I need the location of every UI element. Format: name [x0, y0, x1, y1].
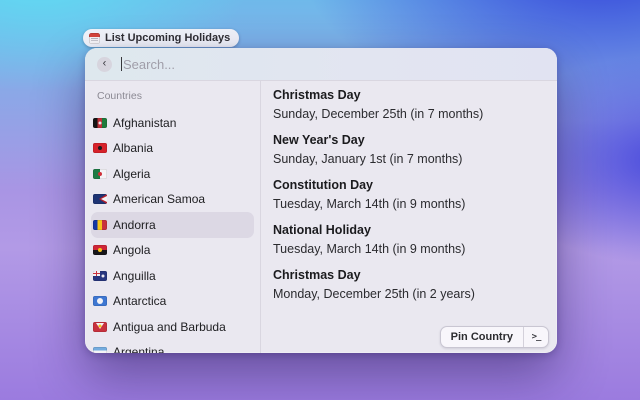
- back-button[interactable]: ‹: [97, 56, 112, 72]
- flag-icon: [93, 117, 107, 128]
- sidebar-item-andorra[interactable]: Andorra: [91, 212, 254, 238]
- pin-country-button[interactable]: Pin Country: [441, 327, 523, 347]
- action-bar: Pin Country >_: [439, 326, 549, 348]
- holiday-title: National Holiday: [273, 223, 371, 237]
- holiday-title: New Year's Day: [273, 133, 365, 147]
- holiday-date: Sunday, January 1st (in 7 months): [273, 152, 463, 166]
- sidebar-item-argentina[interactable]: Argentina: [91, 340, 254, 353]
- calendar-icon: [89, 32, 100, 44]
- launcher-window: ‹ Search... Countries Afghanistan Albani…: [85, 48, 557, 353]
- country-name: Afghanistan: [113, 115, 177, 130]
- flag-icon: [93, 347, 107, 353]
- chevron-left-icon: ‹: [102, 57, 107, 69]
- sidebar-item-antarctica[interactable]: Antarctica: [91, 289, 254, 315]
- holiday-title: Christmas Day: [273, 268, 361, 282]
- holiday-item: Christmas Day Sunday, December 25th (in …: [273, 89, 543, 121]
- country-name: Argentina: [113, 345, 165, 353]
- flag-icon: [93, 219, 107, 230]
- country-name: Anguilla: [113, 268, 156, 283]
- holiday-date: Tuesday, March 14th (in 9 months): [273, 197, 466, 211]
- flag-emblem: [93, 270, 100, 276]
- sidebar-item-algeria[interactable]: Algeria: [91, 161, 254, 187]
- holiday-item: Constitution Day Tuesday, March 14th (in…: [273, 179, 543, 211]
- flag-emblem: [98, 146, 102, 151]
- flag-icon: [93, 143, 107, 154]
- search-bar: ‹ Search...: [85, 48, 557, 81]
- flag-icon: [93, 270, 107, 281]
- countries-sidebar: Countries Afghanistan Albania Algeria Am…: [85, 81, 261, 353]
- country-list: Afghanistan Albania Algeria American Sam…: [91, 110, 254, 353]
- sidebar-item-american-samoa[interactable]: American Samoa: [91, 187, 254, 213]
- holiday-date: Sunday, December 25th (in 7 months): [273, 107, 484, 121]
- country-name: Algeria: [113, 166, 151, 181]
- sidebar-item-anguilla[interactable]: Anguilla: [91, 263, 254, 289]
- holiday-detail-panel: Christmas Day Sunday, December 25th (in …: [261, 81, 557, 353]
- countries-section-label: Countries: [97, 90, 142, 102]
- terminal-icon[interactable]: >_: [524, 327, 548, 347]
- holiday-date: Monday, December 25th (in 2 years): [273, 287, 475, 301]
- desktop-background: List Upcoming Holidays ‹ Search... Count…: [0, 0, 640, 400]
- country-name: Albania: [113, 141, 154, 156]
- flag-emblem: [98, 121, 102, 125]
- flag-emblem: [98, 324, 102, 328]
- country-name: Antigua and Barbuda: [113, 319, 226, 334]
- search-input[interactable]: Search...: [121, 57, 545, 72]
- holiday-date: Tuesday, March 14th (in 9 months): [273, 242, 466, 256]
- country-name: Angola: [113, 243, 151, 258]
- sidebar-item-albania[interactable]: Albania: [91, 136, 254, 162]
- holiday-item: Christmas Day Monday, December 25th (in …: [273, 269, 543, 301]
- holiday-item: New Year's Day Sunday, January 1st (in 7…: [273, 134, 543, 166]
- flag-icon: [93, 245, 107, 256]
- flag-icon: [93, 194, 107, 205]
- sidebar-item-antigua-and-barbuda[interactable]: Antigua and Barbuda: [91, 314, 254, 340]
- flag-icon: [93, 321, 107, 332]
- flag-emblem: [98, 171, 102, 176]
- command-pill-label: List Upcoming Holidays: [105, 32, 231, 44]
- holiday-title: Constitution Day: [273, 178, 373, 192]
- command-pill[interactable]: List Upcoming Holidays: [83, 29, 240, 47]
- flag-emblem: [97, 298, 103, 305]
- flag-emblem: [101, 274, 105, 278]
- sidebar-item-angola[interactable]: Angola: [91, 238, 254, 264]
- flag-icon: [93, 168, 107, 179]
- country-name: American Samoa: [113, 192, 206, 207]
- flag-emblem: [101, 196, 107, 203]
- search-placeholder: Search...: [123, 56, 176, 72]
- holiday-item: National Holiday Tuesday, March 14th (in…: [273, 224, 543, 256]
- flag-emblem: [98, 248, 102, 253]
- holiday-title: Christmas Day: [273, 88, 361, 102]
- window-body: Countries Afghanistan Albania Algeria Am…: [85, 81, 557, 353]
- sidebar-item-afghanistan[interactable]: Afghanistan: [91, 110, 254, 136]
- country-name: Antarctica: [113, 294, 167, 309]
- text-caret: [121, 57, 122, 71]
- country-name: Andorra: [113, 217, 156, 232]
- flag-icon: [93, 296, 107, 307]
